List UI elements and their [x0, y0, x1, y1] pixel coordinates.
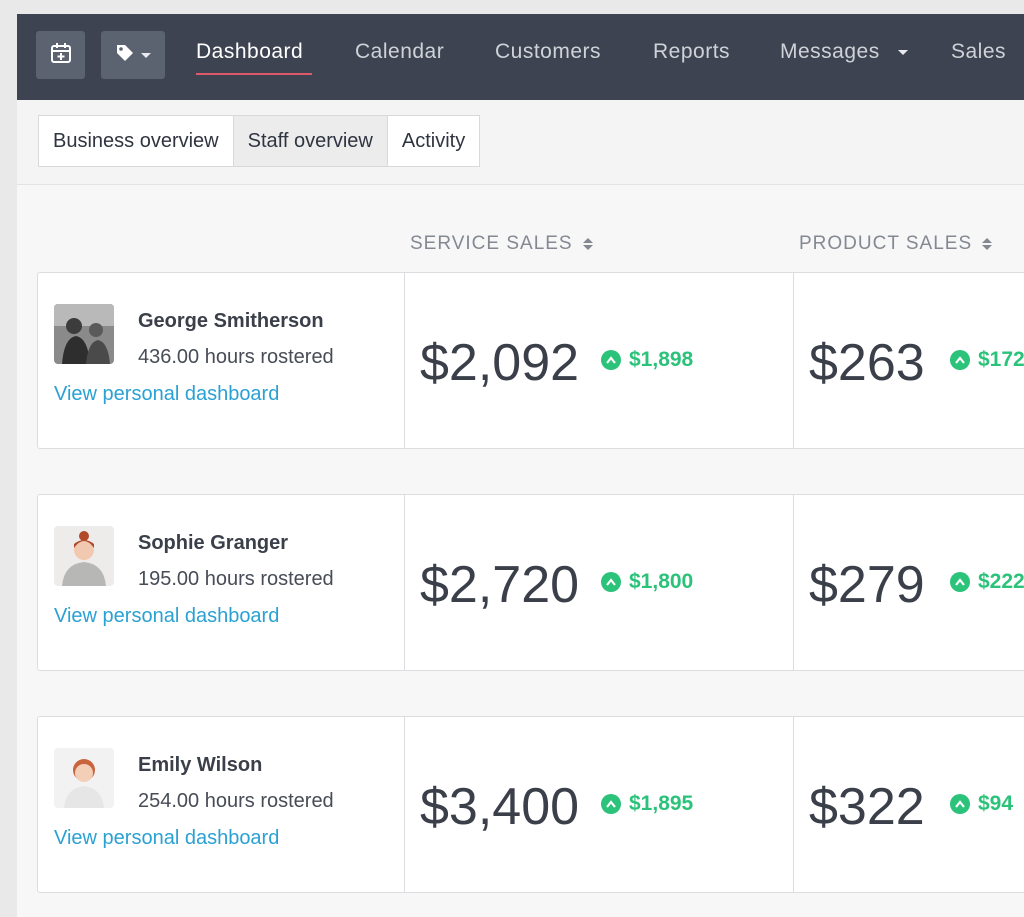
top-navigation: Dashboard Calendar Customers Reports Mes…	[17, 14, 1024, 100]
service-sales-cell: $2,092 $1,898	[405, 273, 794, 448]
view-personal-dashboard-link[interactable]: View personal dashboard	[54, 605, 279, 628]
nav-calendar[interactable]: Calendar	[355, 40, 444, 64]
nav-messages[interactable]: Messages	[780, 40, 909, 64]
product-sales-change: $222	[950, 570, 1024, 594]
service-sales-change: $1,898	[601, 348, 693, 372]
service-sales-value: $3,400	[420, 778, 580, 836]
product-sales-cell: $322 $94	[794, 717, 1024, 892]
service-sales-value: $2,092	[420, 334, 580, 392]
view-personal-dashboard-link[interactable]: View personal dashboard	[54, 383, 279, 406]
column-header-label: SERVICE SALES	[410, 233, 573, 254]
arrow-up-circle-icon	[601, 350, 621, 370]
product-sales-delta: $222	[978, 570, 1024, 593]
service-sales-value: $2,720	[420, 556, 580, 614]
column-header-service-sales[interactable]: SERVICE SALES	[410, 233, 593, 255]
staff-name: Emily Wilson	[138, 754, 263, 776]
product-sales-change: $172	[950, 348, 1024, 372]
tab-staff-overview[interactable]: Staff overview	[233, 116, 388, 166]
product-sales-change: $94	[950, 792, 1013, 816]
sort-icon	[982, 238, 993, 250]
active-nav-indicator	[196, 73, 312, 75]
hours-rostered: 436.00 hours rostered	[138, 346, 334, 368]
service-sales-delta: $1,800	[629, 570, 694, 593]
nav-sales[interactable]: Sales	[951, 40, 1024, 64]
hours-rostered: 254.00 hours rostered	[138, 790, 334, 812]
staff-info-cell: Sophie Granger 195.00 hours rostered Vie…	[38, 495, 405, 670]
chevron-down-icon	[141, 52, 151, 58]
column-header-label: PRODUCT SALES	[799, 233, 973, 254]
staff-name: Sophie Granger	[138, 532, 289, 554]
column-header-product-sales[interactable]: PRODUCT SALES	[799, 233, 993, 255]
calendar-add-button[interactable]	[36, 31, 85, 79]
sort-icon	[582, 238, 593, 250]
arrow-up-circle-icon	[950, 572, 970, 592]
nav-dashboard[interactable]: Dashboard	[196, 40, 303, 64]
staff-info-cell: Emily Wilson 254.00 hours rostered View …	[38, 717, 405, 892]
product-sales-cell: $279 $222	[794, 495, 1024, 670]
arrow-up-circle-icon	[950, 794, 970, 814]
product-sales-delta: $172	[978, 348, 1024, 371]
product-sales-cell: $263 $172	[794, 273, 1024, 448]
arrow-up-circle-icon	[950, 350, 970, 370]
product-sales-value: $263	[809, 334, 925, 392]
product-sales-delta: $94	[978, 792, 1014, 815]
overview-tabs: Business overview Staff overview Activit…	[38, 115, 481, 167]
tab-activity[interactable]: Activity	[388, 116, 479, 166]
chevron-down-icon	[898, 49, 909, 55]
staff-overview-panel: SERVICE SALES PRODUCT SALES George Smith…	[17, 185, 1024, 917]
arrow-up-circle-icon	[601, 572, 621, 592]
staff-name: George Smitherson	[138, 310, 324, 332]
service-sales-cell: $2,720 $1,800	[405, 495, 794, 670]
nav-customers[interactable]: Customers	[495, 40, 601, 64]
staff-info-cell: George Smitherson 436.00 hours rostered …	[38, 273, 405, 448]
tag-icon	[115, 43, 135, 68]
nav-reports[interactable]: Reports	[653, 40, 730, 64]
service-sales-cell: $3,400 $1,895	[405, 717, 794, 892]
tag-menu-button[interactable]	[101, 31, 165, 79]
service-sales-change: $1,895	[601, 792, 693, 816]
nav-sales-label: Sales	[951, 40, 1007, 63]
staff-row: Emily Wilson 254.00 hours rostered View …	[37, 716, 1024, 893]
app-window: Dashboard Calendar Customers Reports Mes…	[17, 14, 1024, 917]
avatar	[54, 748, 114, 808]
avatar	[54, 526, 114, 586]
arrow-up-circle-icon	[601, 794, 621, 814]
tab-business-overview[interactable]: Business overview	[39, 116, 234, 166]
calendar-plus-icon	[50, 42, 72, 69]
service-sales-delta: $1,898	[629, 348, 694, 371]
avatar	[54, 304, 114, 364]
staff-row: Sophie Granger 195.00 hours rostered Vie…	[37, 494, 1024, 671]
staff-row: George Smitherson 436.00 hours rostered …	[37, 272, 1024, 449]
hours-rostered: 195.00 hours rostered	[138, 568, 334, 590]
product-sales-value: $322	[809, 778, 925, 836]
nav-messages-label: Messages	[780, 40, 880, 63]
service-sales-delta: $1,895	[629, 792, 694, 815]
service-sales-change: $1,800	[601, 570, 693, 594]
view-personal-dashboard-link[interactable]: View personal dashboard	[54, 827, 279, 850]
product-sales-value: $279	[809, 556, 925, 614]
